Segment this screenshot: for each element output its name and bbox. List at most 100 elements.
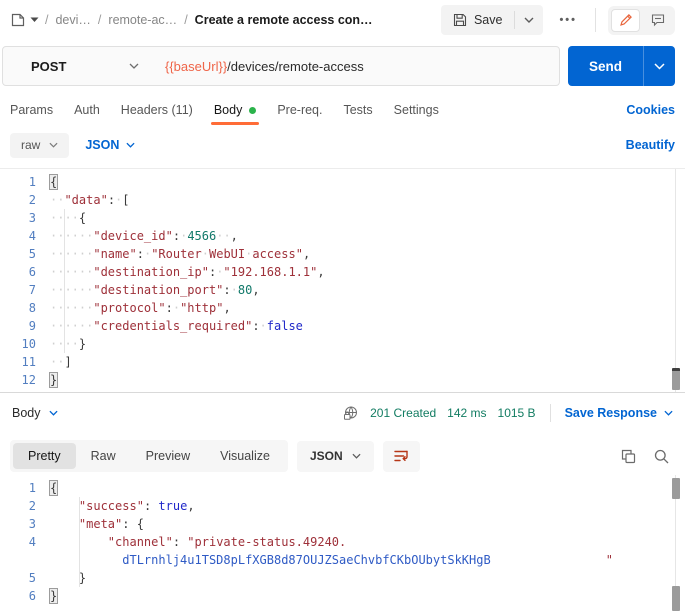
cookies-link[interactable]: Cookies (626, 103, 675, 117)
search-icon[interactable] (654, 449, 669, 464)
code-token: · (231, 283, 238, 297)
code-token: · (260, 319, 267, 333)
tab-pre-req[interactable]: Pre-req. (277, 92, 322, 128)
response-view-switcher: PrettyRawPreviewVisualize (10, 440, 288, 472)
code-text: ··"data":·[ (50, 191, 685, 209)
tab-label: Pre-req. (277, 103, 322, 117)
response-language-selector[interactable]: JSON (297, 441, 374, 472)
code-token: : (223, 283, 230, 297)
scrollbar-thumb[interactable] (672, 368, 680, 390)
view-visualize[interactable]: Visualize (205, 443, 285, 469)
body-type-selector[interactable]: raw (10, 133, 69, 158)
body-format-row: raw JSON Beautify (0, 128, 685, 162)
wrap-lines-button[interactable] (383, 441, 420, 472)
language-selector[interactable]: JSON (85, 138, 135, 152)
active-tab-underline (211, 122, 260, 125)
tabs-list: Params Auth Headers (11) Body Pre-req. Tests S… (10, 92, 439, 128)
save-button-group: Save (441, 5, 544, 35)
language-label: JSON (85, 138, 119, 152)
request-type-selector[interactable] (10, 12, 39, 28)
save-label: Save (474, 13, 503, 27)
code-token (50, 517, 79, 531)
body-type-label: raw (21, 138, 40, 152)
code-token: "meta" (79, 517, 122, 531)
response-tools (621, 449, 675, 464)
send-options-button[interactable] (644, 46, 675, 86)
response-body-label: Body (12, 406, 41, 420)
header-actions: Save ••• (441, 5, 675, 35)
chevron-down-icon (352, 453, 361, 459)
save-options-button[interactable] (515, 5, 543, 35)
code-text: ······"credentials_required":·false (50, 317, 685, 335)
code-text: } (50, 371, 685, 389)
url-input[interactable]: {{baseUrl}}/devices/remote-access (151, 59, 364, 74)
code-token: ······ (50, 283, 93, 297)
line-number: 3 (0, 209, 50, 227)
code-text: ····} (50, 335, 685, 353)
document-icon (10, 12, 26, 28)
response-body-selector[interactable]: Body (12, 406, 58, 420)
more-actions-button[interactable]: ••• (553, 12, 583, 28)
save-response-button[interactable]: Save Response (565, 406, 673, 420)
line-number: 9 (0, 317, 50, 335)
comments-button[interactable] (643, 9, 672, 32)
code-token: : (173, 535, 180, 549)
chevron-down-icon (49, 142, 58, 148)
breadcrumb-item[interactable]: remote-ac… (108, 13, 177, 27)
tab-tests[interactable]: Tests (343, 92, 372, 128)
code-line: 6······"destination_ip":·"192.168.1.1", (0, 263, 685, 281)
tab-headers-11[interactable]: Headers (11) (121, 92, 193, 128)
line-number: 1 (0, 479, 50, 497)
code-token: : (173, 229, 180, 243)
response-stats: 201 Created 142 ms 1015 B Save Response (343, 404, 673, 422)
code-token: ] (64, 355, 71, 369)
tab-settings[interactable]: Settings (394, 92, 439, 128)
code-token: false (267, 319, 303, 333)
method-label: POST (31, 59, 66, 74)
code-token: , (223, 301, 230, 315)
view-raw[interactable]: Raw (76, 443, 131, 469)
tab-body[interactable]: Body (214, 92, 257, 128)
response-time[interactable]: 142 ms (447, 406, 486, 420)
code-token: } (50, 589, 57, 603)
code-token: , (252, 283, 259, 297)
line-number: 6 (0, 587, 50, 605)
method-selector[interactable]: POST (3, 59, 151, 74)
code-token: 80 (238, 283, 252, 297)
code-token: ······ (50, 247, 93, 261)
network-globe-lock-icon[interactable] (343, 405, 359, 421)
tab-params[interactable]: Params (10, 92, 53, 128)
status-badge[interactable]: 201 Created (370, 406, 436, 420)
line-number: 10 (0, 335, 50, 353)
breadcrumb-item[interactable]: devi… (55, 13, 90, 27)
response-body-viewer[interactable]: 1{2 "success": true,3 "meta": {4 "channe… (0, 475, 685, 611)
tab-auth[interactable]: Auth (74, 92, 100, 128)
response-size[interactable]: 1015 B (498, 406, 536, 420)
code-token: : (252, 319, 259, 333)
beautify-link[interactable]: Beautify (626, 138, 675, 152)
send-button[interactable]: Send (568, 46, 643, 86)
view-preview[interactable]: Preview (131, 443, 205, 469)
code-line: 2··"data":·[ (0, 191, 685, 209)
line-number: 5 (0, 245, 50, 263)
response-toolbar: PrettyRawPreviewVisualize JSON (0, 433, 685, 475)
save-button[interactable]: Save (441, 13, 515, 27)
code-line: 1{ (0, 479, 685, 497)
view-pretty[interactable]: Pretty (13, 443, 76, 469)
line-number: 3 (0, 515, 50, 533)
url-bar: POST {{baseUrl}}/devices/remote-access (2, 46, 560, 86)
breadcrumb-item[interactable]: Create a remote access con… (195, 13, 373, 27)
pencil-icon (619, 13, 633, 27)
caret-down-icon (30, 17, 39, 23)
code-token: , (187, 499, 194, 513)
code-line: 7······"destination_port":·80, (0, 281, 685, 299)
chevron-down-icon (126, 142, 135, 148)
tab-label: Params (10, 103, 53, 117)
scrollbar-thumb[interactable] (672, 478, 680, 499)
request-body-editor[interactable]: 1{2··"data":·[3····{4······"device_id":·… (0, 168, 685, 393)
line-number: 2 (0, 191, 50, 209)
copy-icon[interactable] (621, 449, 636, 464)
code-token: : (137, 247, 144, 261)
edit-mode-button[interactable] (611, 9, 640, 32)
code-line: 11··] (0, 353, 685, 371)
